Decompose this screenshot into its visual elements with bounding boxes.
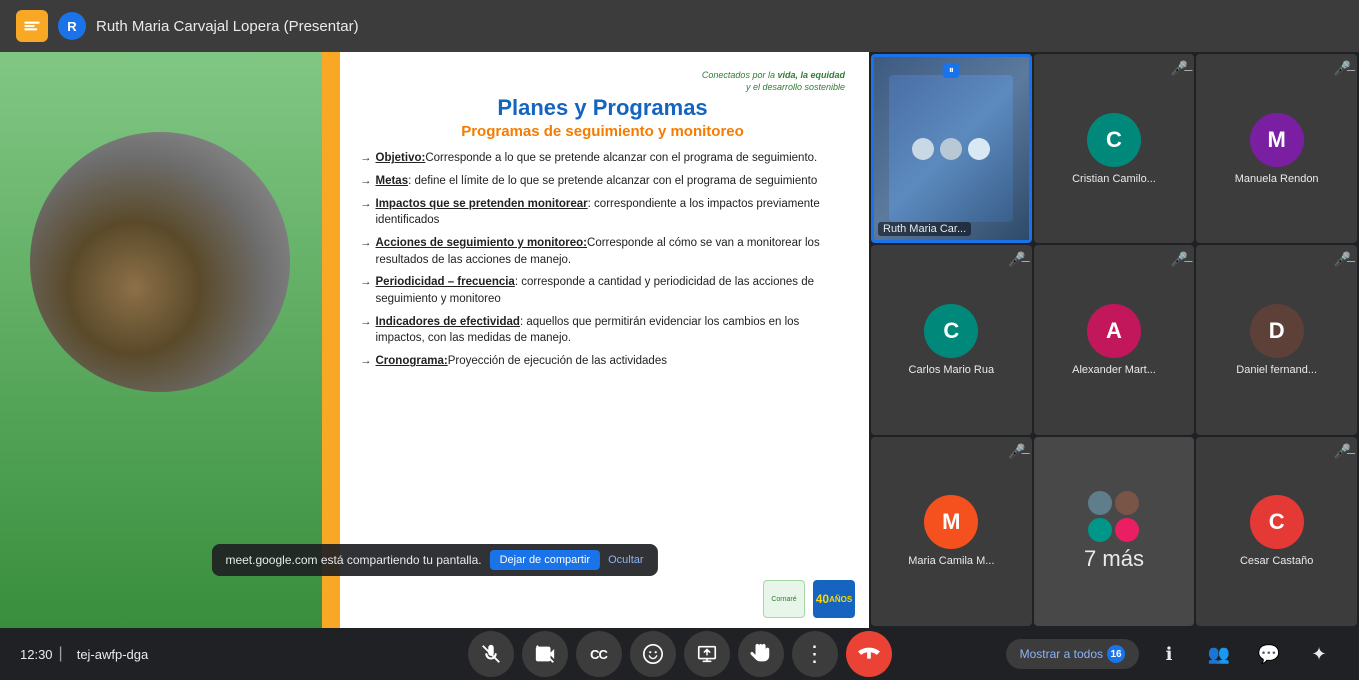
app-icon <box>16 10 48 42</box>
participant-avatar-circle: D <box>1250 304 1304 358</box>
participant-tile[interactable]: C 🎤̶ Cristian Camilo... <box>1034 54 1195 243</box>
presenting-badge: ⏸ <box>943 63 960 78</box>
slide-bullet-item: →Impactos que se pretenden monitorear: c… <box>360 196 845 229</box>
slide-left-panel <box>0 52 340 628</box>
participant-tile[interactable]: C 🎤̶ Carlos Mario Rua <box>871 245 1032 434</box>
presentation-area: Conectados por la vida, la equidad y el … <box>0 52 869 628</box>
hangup-button[interactable] <box>846 631 892 677</box>
participant-name: Ruth Maria Car... <box>878 222 971 236</box>
chat-button[interactable]: 💬 <box>1249 634 1289 674</box>
slide-title: Planes y Programas <box>360 95 845 121</box>
participant-name: Maria Camila M... <box>904 555 998 567</box>
participant-tile-more[interactable]: 7 más <box>1034 437 1195 626</box>
people-button[interactable]: 👥 <box>1199 634 1239 674</box>
cam-button[interactable] <box>522 631 568 677</box>
participant-name: Manuela Rendon <box>1231 173 1323 185</box>
bottom-right-controls: Mostrar a todos 16 ℹ 👥 💬 ✦ <box>1006 634 1339 674</box>
user-avatar: R <box>58 12 86 40</box>
participant-tile[interactable]: A 🎤̶ Alexander Mart... <box>1034 245 1195 434</box>
participant-tile[interactable]: M 🎤̶ Manuela Rendon <box>1196 54 1357 243</box>
participant-name: Alexander Mart... <box>1068 364 1160 376</box>
hide-sharing-button[interactable]: Ocultar <box>608 554 643 566</box>
slide-logos: Cornaré 40AÑOS <box>763 580 855 618</box>
participants-grid: ⏸ Ruth Maria Car... C 🎤̶ Cristian Camilo… <box>869 52 1359 628</box>
participant-avatar-circle: C <box>1087 113 1141 167</box>
more-options-button[interactable]: ⋮ <box>792 631 838 677</box>
slide-white-content: Conectados por la vida, la equidad y el … <box>340 52 869 628</box>
mic-off-icon: 🎤̶ <box>1334 60 1351 77</box>
slide-bullet-item: →Periodicidad – frecuencia: corresponde … <box>360 274 845 307</box>
activities-button[interactable]: ✦ <box>1299 634 1339 674</box>
controls-bar: CC ⋮ <box>468 631 892 677</box>
share-text: meet.google.com está compartiendo tu pan… <box>225 553 481 567</box>
participant-avatar-circle: M <box>924 495 978 549</box>
participant-tile[interactable]: ⏸ Ruth Maria Car... <box>871 54 1032 243</box>
slide-bullet-item: →Indicadores de efectividad: aquellos qu… <box>360 314 845 347</box>
slide-subtitle: Programas de seguimiento y monitoreo <box>360 123 845 140</box>
topbar: R Ruth Maria Carvajal Lopera (Presentar) <box>0 0 1359 52</box>
yellow-stripe <box>322 52 340 628</box>
stop-sharing-button[interactable]: Dejar de compartir <box>490 550 600 570</box>
participant-video-bg <box>874 57 1029 240</box>
meeting-id: tej-awfp-dga <box>77 647 149 662</box>
share-notification: meet.google.com está compartiendo tu pan… <box>211 544 657 576</box>
participant-tile[interactable]: D 🎤̶ Daniel fernand... <box>1196 245 1357 434</box>
mic-off-icon: 🎤̶ <box>1008 443 1025 460</box>
participant-avatar-circle: M <box>1250 113 1304 167</box>
slide-items: →Objetivo:Corresponde a lo que se preten… <box>360 150 845 369</box>
participant-avatar-circle: C <box>1250 495 1304 549</box>
mic-off-icon: 🎤̶ <box>1171 251 1188 268</box>
show-all-label: Mostrar a todos <box>1020 647 1103 661</box>
mic-off-icon: 🎤̶ <box>1008 251 1025 268</box>
slide-tagline: Conectados por la vida, la equidad y el … <box>360 70 845 93</box>
mic-off-icon: 🎤̶ <box>1334 443 1351 460</box>
participant-name: Cesar Castaño <box>1236 555 1317 567</box>
slide-bullet-item: →Objetivo:Corresponde a lo que se preten… <box>360 150 845 167</box>
40-anos-logo: 40AÑOS <box>813 580 855 618</box>
slide-bullet-item: →Acciones de seguimiento y monitoreo:Cor… <box>360 235 845 268</box>
slide-container: Conectados por la vida, la equidad y el … <box>0 52 869 628</box>
more-participants-bg: 7 más <box>1034 437 1195 626</box>
participant-count-badge: 16 <box>1107 645 1125 663</box>
meeting-title: Ruth Maria Carvajal Lopera (Presentar) <box>96 18 359 35</box>
mic-button[interactable] <box>468 631 514 677</box>
bottombar: 12:30 | tej-awfp-dga CC ⋮ Mostrar a todo… <box>0 628 1359 680</box>
mic-off-icon: 🎤̶ <box>1334 251 1351 268</box>
raise-hand-button[interactable] <box>738 631 784 677</box>
participant-avatar-circle: A <box>1087 304 1141 358</box>
participant-name: Carlos Mario Rua <box>905 364 999 376</box>
participant-tile[interactable]: C 🎤̶ Cesar Castaño <box>1196 437 1357 626</box>
cornaré-logo: Cornaré <box>763 580 805 618</box>
present-button[interactable] <box>684 631 730 677</box>
show-all-button[interactable]: Mostrar a todos 16 <box>1006 639 1139 669</box>
participant-name: Daniel fernand... <box>1232 364 1321 376</box>
participant-name: Cristian Camilo... <box>1068 173 1160 185</box>
info-button[interactable]: ℹ <box>1149 634 1189 674</box>
emoji-button[interactable] <box>630 631 676 677</box>
more-count: 7 más <box>1084 546 1144 572</box>
captions-button[interactable]: CC <box>576 631 622 677</box>
slide-bullet-item: →Metas: define el límite de lo que se pr… <box>360 173 845 190</box>
participant-avatar-circle: C <box>924 304 978 358</box>
mic-off-icon: 🎤̶ <box>1171 60 1188 77</box>
nature-image <box>30 132 290 392</box>
participant-tile[interactable]: M 🎤̶ Maria Camila M... <box>871 437 1032 626</box>
slide-bullet-item: →Cronograma:Proyección de ejecución de l… <box>360 353 845 370</box>
meeting-time: 12:30 <box>20 647 53 662</box>
